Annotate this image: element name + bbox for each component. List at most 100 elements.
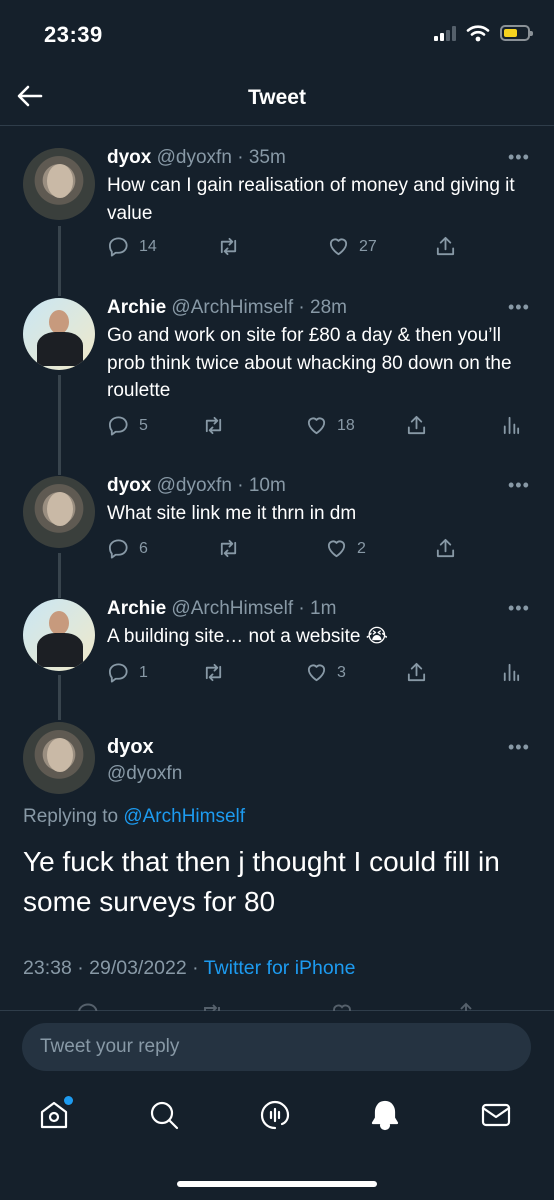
main-tweet-avatar[interactable] bbox=[23, 722, 95, 794]
retweet-icon bbox=[220, 539, 237, 558]
author-name[interactable]: Archie bbox=[107, 297, 166, 318]
share-icon bbox=[436, 538, 455, 558]
avatar[interactable] bbox=[23, 476, 95, 548]
share-button[interactable] bbox=[434, 235, 457, 258]
more-options-icon[interactable]: ••• bbox=[508, 148, 532, 166]
thread-tweet[interactable]: Archie @ArchHimself · 28m Go and work on… bbox=[0, 296, 554, 456]
thread-tweet[interactable]: Archie @ArchHimself · 1m A building site… bbox=[0, 597, 554, 707]
analytics-button[interactable] bbox=[499, 661, 522, 684]
share-icon bbox=[407, 662, 426, 682]
tweet-timestamp: 23:38 · 29/03/2022 · Twitter for iPhone bbox=[23, 957, 356, 979]
more-options-icon[interactable]: ••• bbox=[508, 599, 532, 617]
status-bar: 23:39 bbox=[0, 0, 554, 70]
wifi-icon bbox=[466, 25, 490, 42]
tweet-age: 28m bbox=[310, 297, 347, 318]
heart-icon bbox=[327, 540, 346, 558]
reply-button[interactable]: 5 bbox=[107, 414, 148, 437]
home-unread-dot bbox=[64, 1096, 73, 1105]
main-tweet-actions-peek bbox=[0, 1001, 554, 1011]
author-name[interactable]: dyox bbox=[107, 147, 151, 168]
status-icons bbox=[434, 24, 533, 42]
home-indicator bbox=[177, 1181, 377, 1187]
retweet-button[interactable] bbox=[217, 235, 240, 258]
thread-tweet[interactable]: dyox @dyoxfn · 35m How can I gain realis… bbox=[0, 146, 554, 276]
like-button[interactable]: 18 bbox=[305, 414, 355, 437]
cellular-signal-icon bbox=[434, 25, 456, 41]
like-button[interactable]: 27 bbox=[327, 235, 377, 258]
author-handle: @dyoxfn bbox=[156, 475, 232, 496]
source-link[interactable]: Twitter for iPhone bbox=[204, 957, 356, 979]
tweet-text: How can I gain realisation of money and … bbox=[107, 175, 515, 224]
retweet-button[interactable] bbox=[202, 414, 225, 437]
reply-input[interactable] bbox=[22, 1023, 531, 1071]
tweet-actions: 14 27 bbox=[107, 235, 527, 263]
battery-icon bbox=[500, 25, 533, 41]
heart-icon bbox=[333, 1004, 351, 1011]
spaces-icon bbox=[260, 1100, 290, 1130]
tweet-text: A building site… not a website 😭 bbox=[107, 626, 388, 647]
reply-icon bbox=[108, 416, 128, 436]
author-handle: @dyoxfn bbox=[156, 147, 232, 168]
search-icon bbox=[150, 1101, 179, 1130]
share-button[interactable] bbox=[434, 537, 457, 560]
main-author-name[interactable]: dyox bbox=[107, 736, 154, 759]
analytics-icon bbox=[503, 663, 520, 682]
share-button[interactable] bbox=[405, 661, 428, 684]
tab-notifications[interactable] bbox=[368, 1098, 408, 1138]
tweet-actions: 1 3 bbox=[107, 661, 527, 689]
retweet-button[interactable] bbox=[202, 661, 225, 684]
tweet-actions: 6 2 bbox=[107, 537, 527, 565]
page-title: Tweet bbox=[248, 86, 306, 109]
author-name[interactable]: Archie bbox=[107, 598, 166, 619]
messages-icon bbox=[481, 1103, 511, 1127]
share-button[interactable] bbox=[405, 414, 428, 437]
tab-search[interactable] bbox=[147, 1098, 187, 1138]
reply-icon bbox=[78, 1003, 98, 1011]
tab-home[interactable] bbox=[37, 1096, 77, 1138]
replying-to: Replying to @ArchHimself bbox=[23, 806, 246, 827]
share-icon bbox=[460, 1002, 472, 1011]
tweet-actions: 5 18 bbox=[107, 414, 527, 442]
reply-button[interactable]: 6 bbox=[107, 537, 148, 560]
retweet-icon bbox=[204, 1004, 220, 1011]
top-bar: Tweet bbox=[0, 70, 554, 126]
main-tweet-text: Ye fuck that then j thought I could fill… bbox=[23, 846, 500, 917]
tab-messages[interactable] bbox=[479, 1098, 519, 1138]
more-options-icon[interactable]: ••• bbox=[508, 476, 532, 494]
analytics-button[interactable] bbox=[499, 414, 522, 437]
like-button[interactable]: 3 bbox=[305, 661, 346, 684]
author-name[interactable]: dyox bbox=[107, 475, 151, 496]
avatar[interactable] bbox=[23, 148, 95, 220]
reply-button[interactable]: 1 bbox=[107, 661, 148, 684]
like-button[interactable]: 2 bbox=[325, 537, 366, 560]
tweet-text: Go and work on site for £80 a day & then… bbox=[107, 325, 512, 401]
tweet-text: What site link me it thrn in dm bbox=[107, 503, 357, 524]
bottom-tab-bar bbox=[0, 1080, 554, 1200]
tweet-age: 10m bbox=[248, 475, 286, 496]
share-icon bbox=[407, 415, 426, 435]
retweet-icon bbox=[205, 416, 222, 435]
retweet-button[interactable] bbox=[217, 537, 240, 560]
more-options-icon[interactable]: ••• bbox=[508, 298, 532, 316]
analytics-icon bbox=[503, 416, 520, 435]
avatar[interactable] bbox=[23, 599, 95, 671]
reply-button[interactable]: 14 bbox=[107, 235, 157, 258]
reply-mention-link[interactable]: @ArchHimself bbox=[123, 806, 245, 827]
author-handle: @ArchHimself bbox=[171, 297, 294, 318]
notifications-icon bbox=[371, 1100, 399, 1131]
author-handle: @ArchHimself bbox=[171, 598, 294, 619]
thread-tweet[interactable]: dyox @dyoxfn · 10m What site link me it … bbox=[0, 474, 554, 584]
status-time: 23:39 bbox=[44, 22, 103, 47]
tweet-age: 35m bbox=[248, 147, 286, 168]
heart-icon bbox=[307, 417, 326, 435]
avatar[interactable] bbox=[23, 298, 95, 370]
reply-icon bbox=[108, 237, 128, 257]
more-options-icon[interactable]: ••• bbox=[508, 738, 532, 756]
reply-icon bbox=[108, 663, 128, 683]
retweet-icon bbox=[205, 663, 222, 682]
heart-icon bbox=[307, 664, 326, 682]
main-author-handle: @dyoxfn bbox=[107, 763, 183, 784]
tab-spaces[interactable] bbox=[258, 1098, 298, 1138]
reply-icon bbox=[108, 539, 128, 559]
retweet-icon bbox=[220, 237, 237, 256]
